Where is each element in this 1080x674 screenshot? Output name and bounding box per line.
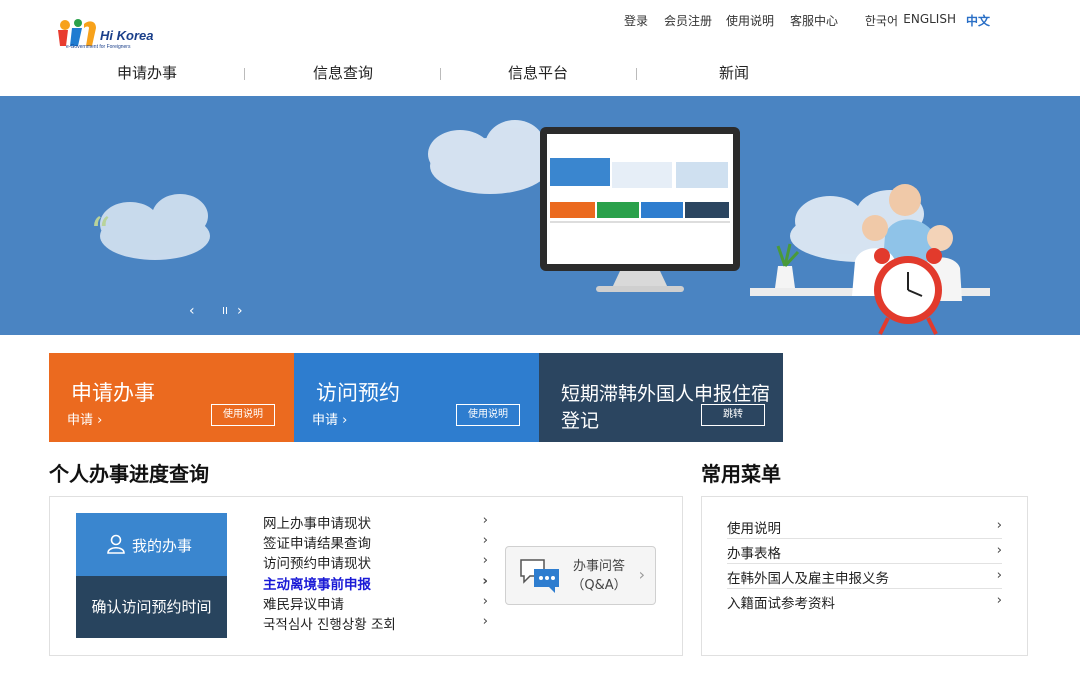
nav-platform[interactable]: 信息平台 xyxy=(478,62,598,83)
tile-residence-title-1: 短期滞韩外国人申报住宿 xyxy=(561,383,771,405)
nav-query[interactable]: 信息查询 xyxy=(283,62,403,83)
lang-english-link[interactable]: ENGLISH xyxy=(903,12,956,26)
tile-apply-guide-button[interactable]: 使用说明 xyxy=(211,404,275,426)
tile-apply-link[interactable]: 申请 › xyxy=(67,409,102,428)
chevron-right-icon: › xyxy=(996,592,1002,608)
tile-apply-title: 申请办事 xyxy=(71,381,155,405)
logo-text: Hi Korea xyxy=(100,28,153,43)
menu-title: 常用菜单 xyxy=(701,462,781,486)
menu-item-obligations[interactable]: 在韩外国人及雇主申报义务 › xyxy=(727,564,1002,589)
my-work-label: 我的办事 xyxy=(132,537,193,555)
logo-tagline: e-Government for Foreigners xyxy=(66,44,131,50)
nav-apply[interactable]: 申请办事 xyxy=(87,62,207,83)
tile-visit-link[interactable]: 申请 › xyxy=(312,409,347,428)
cloud-center xyxy=(428,120,550,194)
progress-title: 个人办事进度查询 xyxy=(49,462,209,486)
chevron-right-icon: › xyxy=(482,613,488,629)
progress-link-refugee[interactable]: 难民异议申请 › xyxy=(263,593,488,613)
chevron-right-icon: › xyxy=(996,542,1002,558)
progress-link-departure[interactable]: 主动离境事前申报 › xyxy=(263,573,488,593)
chevron-right-icon: › xyxy=(638,565,645,584)
login-link[interactable]: 登录 xyxy=(624,12,648,29)
nav-divider xyxy=(244,68,245,80)
menu-item-guide[interactable]: 使用说明 › xyxy=(727,514,1002,539)
qa-label: 办事问答 （Q&A） xyxy=(571,559,627,593)
site-header: Hi Korea e-Government for Foreigners 登录 … xyxy=(0,0,1080,96)
tile-residence-title-2: 登记 xyxy=(561,410,600,432)
progress-link-nationality[interactable]: 국적심사 진행상황 조회 › xyxy=(263,613,488,633)
register-link[interactable]: 会员注册 xyxy=(664,12,712,29)
banner-pause-button[interactable]: II xyxy=(222,306,228,317)
plant-illustration xyxy=(775,243,800,288)
chevron-right-icon: › xyxy=(996,567,1002,583)
progress-link-visa[interactable]: 签证申请结果查询 › xyxy=(263,532,488,552)
menu-item-interview[interactable]: 入籍面试参考资料 › xyxy=(727,589,1002,614)
service-center-link[interactable]: 客服中心 xyxy=(790,12,838,29)
chevron-right-icon: › xyxy=(482,593,488,609)
chevron-right-icon: › xyxy=(482,552,488,568)
nav-news[interactable]: 新闻 xyxy=(674,62,794,83)
lang-chinese-link[interactable]: 中文 xyxy=(966,12,990,29)
monitor-illustration xyxy=(540,127,740,292)
confirm-visit-button[interactable]: 确认访问预约时间 xyxy=(76,576,227,638)
guide-link[interactable]: 使用说明 xyxy=(726,12,774,29)
banner-next-button[interactable]: › xyxy=(237,303,243,319)
user-icon xyxy=(107,534,125,554)
tile-apply[interactable]: 申请办事 申请 › 使用说明 xyxy=(49,353,294,442)
banner-prev-button[interactable]: ‹ xyxy=(189,303,195,319)
tile-visit-title: 访问预约 xyxy=(316,381,400,405)
my-work-button[interactable]: 我的办事 xyxy=(76,513,227,576)
menu-item-forms[interactable]: 办事表格 › xyxy=(727,539,1002,564)
nav-divider xyxy=(636,68,637,80)
chevron-right-icon: › xyxy=(482,573,488,589)
alarm-clock-icon xyxy=(874,248,942,335)
tile-visit-guide-button[interactable]: 使用说明 xyxy=(456,404,520,426)
lang-korean-link[interactable]: 한국어 xyxy=(865,12,898,29)
chevron-right-icon: › xyxy=(482,532,488,548)
chat-bubbles-icon xyxy=(520,559,559,593)
progress-link-online[interactable]: 网上办事申请现状 › xyxy=(263,512,488,532)
quote-mark-icon: “ xyxy=(90,210,110,256)
hero-banner: “ xyxy=(0,96,1080,335)
main-nav: 申请办事 信息查询 信息平台 新闻 xyxy=(0,62,1080,88)
chevron-right-icon: › xyxy=(482,512,488,528)
progress-link-visit[interactable]: 访问预约申请现状 › xyxy=(263,552,488,572)
nav-divider xyxy=(440,68,441,80)
cloud-left xyxy=(100,194,210,260)
chevron-right-icon: › xyxy=(996,517,1002,533)
tile-residence[interactable]: 短期滞韩外国人申报住宿 登记 跳转 xyxy=(539,353,783,442)
qa-button[interactable]: 办事问答 （Q&A） › xyxy=(505,546,656,605)
tile-visit[interactable]: 访问预约 申请 › 使用说明 xyxy=(294,353,539,442)
tile-residence-goto-button[interactable]: 跳转 xyxy=(701,404,765,426)
